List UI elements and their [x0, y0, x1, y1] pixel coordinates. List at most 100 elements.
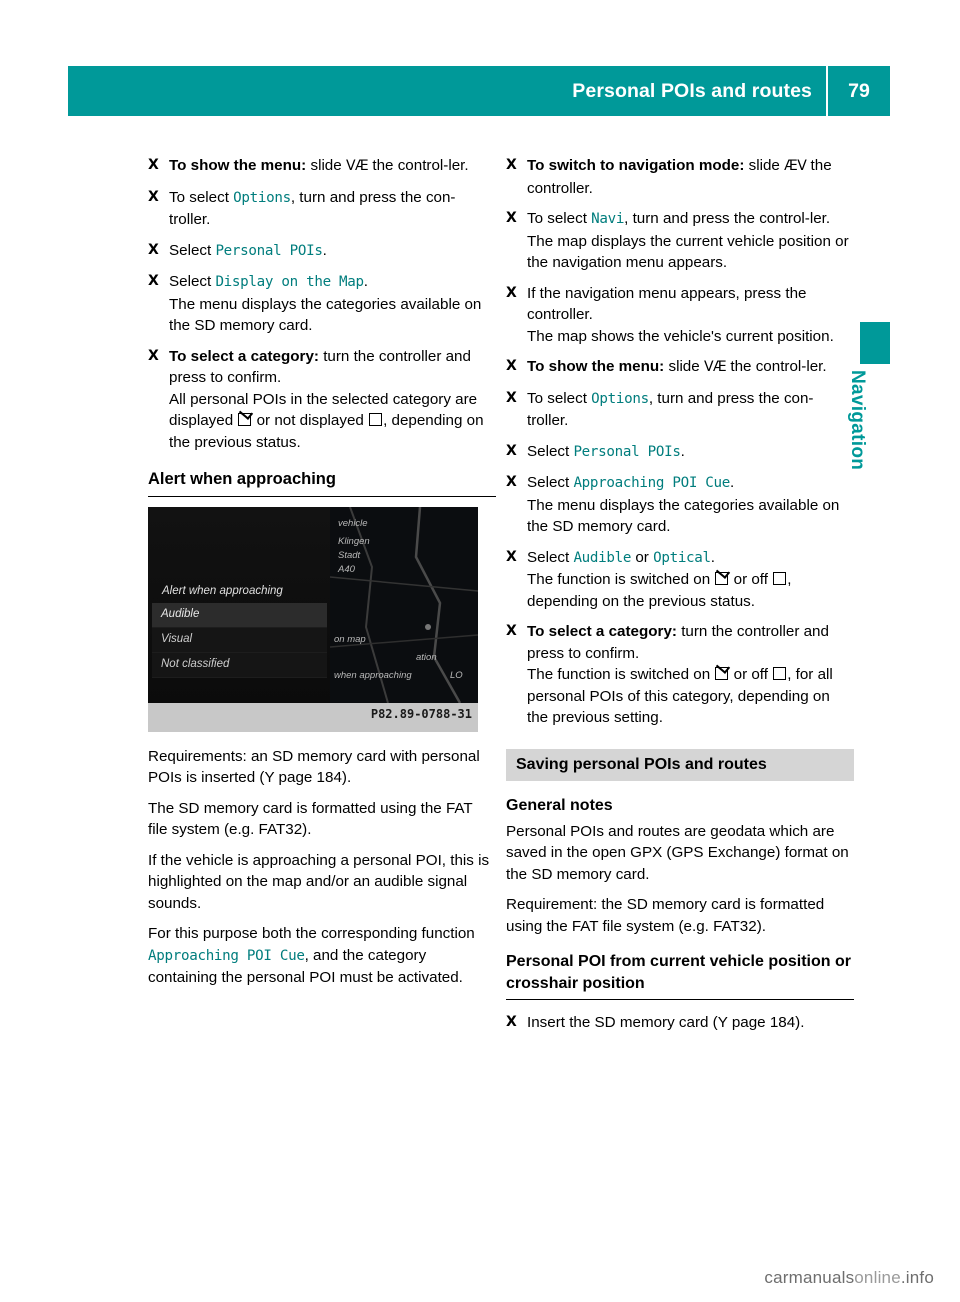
checkbox-on-icon — [238, 413, 252, 426]
left-column: X To show the menu: slide VÆ the control… — [148, 155, 496, 998]
checkbox-off-icon — [773, 572, 787, 585]
sub-part-a: The function is switched on — [527, 666, 715, 683]
step-select-options: X To select Options, turn and press the … — [506, 388, 854, 432]
paragraph-requirements: Requirements: an SD memory card with per… — [148, 747, 480, 787]
menu-item-personal-pois: Personal POIs — [573, 443, 681, 460]
checkbox-off-icon — [369, 413, 383, 426]
step-select-approaching-poi-cue: X Select Approaching POI Cue. The menu d… — [506, 472, 854, 538]
heading-general-notes: General notes — [506, 797, 613, 814]
menu-item-audible: Audible — [573, 549, 632, 566]
menu-item-approaching-poi-cue: Approaching POI Cue — [573, 475, 731, 491]
menu-item-approaching-poi-cue: Approaching POI Cue — [148, 947, 305, 964]
figure-code: P82.89-0788-31 — [370, 707, 472, 721]
figure-map-label: when approaching — [334, 669, 412, 681]
step-sub-text: The menu displays the categories availab… — [169, 295, 482, 335]
section-band-saving-personal-pois: Saving personal POIs and routes — [506, 748, 854, 781]
step-bullet-icon: X — [506, 474, 517, 490]
step-show-menu: X To show the menu: slide VÆ the control… — [506, 356, 854, 379]
figure-map-label: LO — [450, 669, 463, 681]
step-select-audible-optical: X Select Audible or Optical. The functio… — [506, 547, 854, 613]
step-bullet-icon: X — [148, 157, 159, 173]
page-number: 79 — [848, 79, 870, 102]
step-show-menu: X To show the menu: slide VÆ the control… — [148, 155, 496, 178]
step-text-b: . — [710, 548, 716, 566]
step-tail: the control-ler. — [368, 157, 469, 174]
paragraph-approach: If the vehicle is approaching a personal… — [148, 851, 490, 912]
page-header: Personal POIs and routes 79 — [68, 66, 890, 116]
step-text-b: . — [680, 442, 685, 460]
controller-slide-icon: VÆ — [345, 158, 369, 174]
step-text: slide — [744, 157, 785, 174]
step-bullet-icon: X — [506, 623, 517, 639]
step-sub-text: The map displays the current vehicle pos… — [527, 232, 849, 272]
step-tail: the control-ler. — [726, 358, 827, 375]
step-bullet-icon: X — [148, 188, 159, 205]
figure-menu-title: Alert when approaching — [162, 584, 283, 597]
sub-part-b: or off — [729, 666, 773, 683]
watermark-part-c: .info — [900, 1268, 934, 1287]
step-text-b: . — [730, 474, 735, 491]
step-lead: To select a category: — [169, 347, 319, 365]
step-switch-navigation-mode: X To switch to navigation mode: slide ÆV… — [506, 155, 854, 199]
sub-part-b: or not displayed — [252, 412, 369, 429]
figure-map-panel: vehicle Klingen Stadt A40 on map when ap… — [330, 506, 478, 703]
step-bullet-icon: X — [148, 241, 159, 258]
step-text: Insert the SD memory card (Y page 184). — [527, 1014, 805, 1031]
step-text-b: . — [363, 273, 369, 290]
step-text-a: Select — [169, 273, 216, 290]
paragraph-part-a: For this purpose both the corresponding … — [148, 925, 475, 942]
step-bullet-icon: X — [506, 548, 517, 565]
step-text-mid: or — [631, 548, 654, 566]
step-text-a: Select — [527, 474, 574, 491]
step-bullet-icon: X — [148, 347, 159, 364]
step-select-options: X To select Options, turn and press the … — [148, 187, 496, 231]
step-sub-text: The map shows the vehicle's current posi… — [527, 327, 834, 345]
figure-map-label: ation — [416, 651, 437, 663]
figure-map-label: on map — [334, 633, 366, 645]
watermark: carmanualsonline.info — [764, 1268, 934, 1288]
step-lead: To show the menu: — [527, 358, 665, 375]
step-text: slide — [664, 358, 704, 375]
step-select-display-on-map: X Select Display on the Map. The menu di… — [148, 271, 496, 337]
step-bullet-icon: X — [506, 358, 517, 374]
menu-item-options: Options — [233, 189, 291, 206]
paragraph-fat-requirement: Requirement: the SD memory card is forma… — [506, 896, 825, 935]
step-text-a: Select — [169, 241, 216, 259]
step-text-a: To select — [527, 210, 592, 227]
chapter-tab-marker — [860, 322, 890, 364]
step-text-a: Select — [527, 442, 574, 460]
menu-item-navi: Navi — [591, 211, 625, 227]
step-lead: To select a category: — [527, 623, 677, 640]
step-bullet-icon: X — [148, 273, 159, 289]
step-sub-text: All personal POIs in the selected catego… — [169, 389, 496, 454]
step-bullet-icon: X — [506, 210, 517, 226]
right-column: X To switch to navigation mode: slide ÆV… — [506, 155, 854, 1043]
menu-item-personal-pois: Personal POIs — [215, 242, 323, 259]
step-select-category: X To select a category: turn the control… — [506, 621, 854, 729]
controller-slide-icon: ÆV — [784, 158, 807, 174]
step-insert-sd-card: X Insert the SD memory card (Y page 184)… — [506, 1012, 854, 1034]
menu-item-optical: Optical — [653, 549, 711, 566]
checkbox-on-icon — [715, 572, 729, 585]
step-select-personal-pois: X Select Personal POIs. — [506, 441, 854, 464]
step-select-navi: X To select Navi, turn and press the con… — [506, 208, 854, 274]
step-bullet-icon: X — [506, 284, 517, 301]
step-bullet-icon: X — [506, 1014, 517, 1030]
figure-menu-item: Visual — [152, 627, 327, 653]
step-select-personal-pois: X Select Personal POIs. — [148, 240, 496, 263]
step-sub-text: The function is switched on or off , for… — [527, 664, 854, 729]
sub-part-a: The function is switched on — [527, 571, 715, 588]
figure-caption-bar: P82.89-0788-31 — [148, 702, 478, 732]
paragraph-gpx-format: Personal POIs and routes are geodata whi… — [506, 822, 849, 883]
step-lead: To show the menu: — [169, 157, 307, 174]
watermark-part-a: carmanuals — [764, 1268, 855, 1287]
step-text-b: , turn and press the control-ler. — [624, 210, 831, 227]
controller-slide-icon: VÆ — [703, 359, 727, 375]
figure-menu-item: Not classified — [152, 652, 327, 678]
step-text-a: To select — [527, 389, 592, 407]
step-sub-text: The function is switched on or off , dep… — [527, 569, 854, 612]
step-sub-text: The menu displays the categories availab… — [527, 496, 840, 536]
step-text: If the navigation menu appears, press th… — [527, 284, 807, 324]
page: Personal POIs and routes 79 Navigation X… — [0, 0, 960, 1302]
step-bullet-icon: X — [506, 389, 517, 406]
